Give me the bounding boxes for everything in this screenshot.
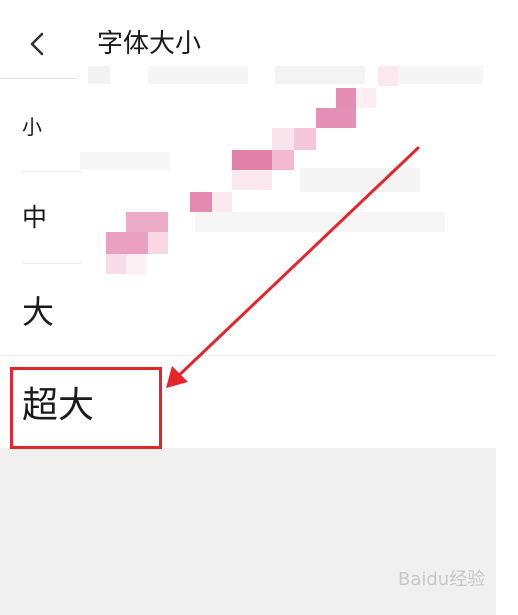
divider: [0, 78, 78, 79]
font-size-option-small[interactable]: 小: [0, 80, 496, 171]
option-label: 小: [22, 115, 42, 139]
header-bar: 字体大小: [0, 0, 518, 80]
font-size-option-large[interactable]: 大: [0, 264, 496, 355]
option-label: 中: [22, 203, 48, 232]
option-label: 大: [22, 293, 55, 331]
chevron-left-icon[interactable]: [22, 26, 52, 62]
right-edge: [496, 0, 518, 615]
page-title: 字体大小: [97, 29, 202, 59]
font-size-option-medium[interactable]: 中: [0, 172, 496, 263]
highlight-box: [10, 367, 162, 449]
watermark: Baidu经验: [398, 569, 486, 590]
